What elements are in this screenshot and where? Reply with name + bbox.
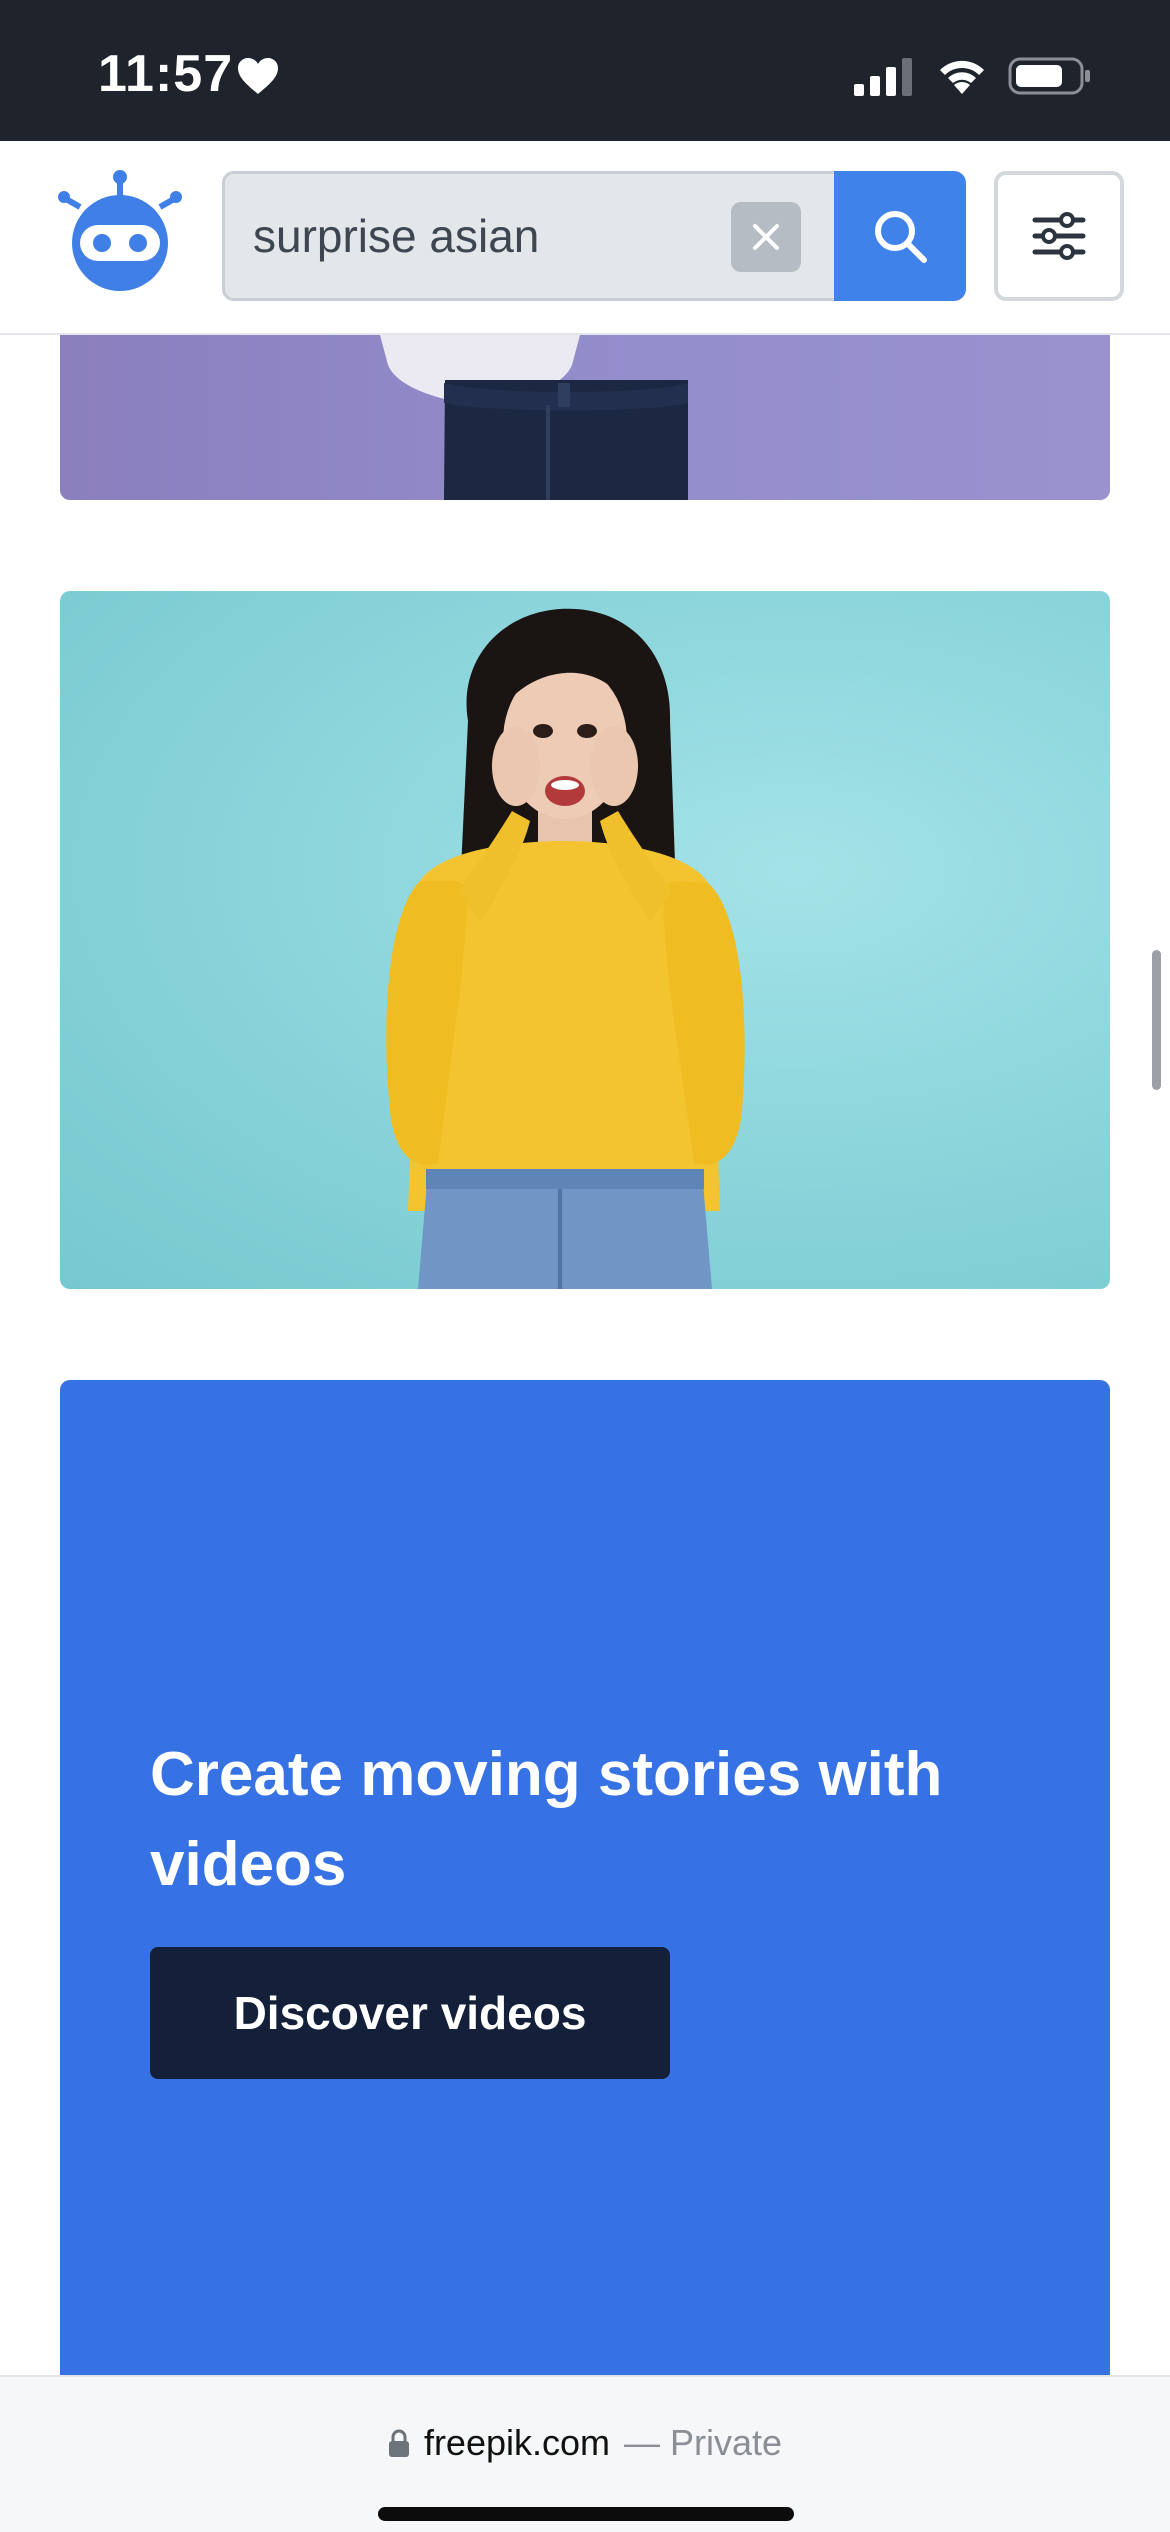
heart-icon <box>238 58 278 94</box>
close-icon <box>753 224 779 250</box>
surprised-woman-photo <box>386 608 745 1289</box>
browser-address-bar[interactable]: freepik.com — Private <box>0 2375 1170 2532</box>
robot-logo-icon[interactable] <box>58 169 182 293</box>
battery-icon <box>1008 57 1090 95</box>
private-label: — Private <box>624 2422 783 2463</box>
scrollbar-thumb[interactable] <box>1152 950 1161 1090</box>
home-indicator[interactable] <box>378 2507 794 2521</box>
video-promo-card: Create moving stories with videos Discov… <box>60 1380 1110 2440</box>
url-domain: freepik.com <box>423 2422 611 2463</box>
status-bar: 11:57 <box>0 0 1170 141</box>
result-image-surprised-woman[interactable] <box>60 591 1110 1289</box>
discover-videos-button[interactable]: Discover videos <box>150 1947 670 2079</box>
clear-search-button[interactable] <box>731 202 801 272</box>
search-input[interactable] <box>253 174 713 298</box>
result-image-top[interactable] <box>60 335 1110 500</box>
app-header <box>0 141 1170 335</box>
search-box <box>222 171 834 301</box>
lock-icon <box>388 2429 409 2457</box>
screen: 11:57 Create moving stories with videos … <box>0 0 1170 2532</box>
search-button[interactable] <box>834 171 966 301</box>
status-time: 11:57 <box>98 45 234 103</box>
promo-title: Create moving stories with videos <box>150 1740 943 1899</box>
search-icon <box>875 211 927 263</box>
person-photo-partial <box>380 335 688 500</box>
sliders-icon <box>1032 212 1086 260</box>
wifi-icon <box>940 60 984 94</box>
cellular-signal-icon <box>854 58 912 96</box>
filter-button[interactable] <box>994 171 1124 301</box>
url-row[interactable]: freepik.com — Private <box>0 2415 1170 2471</box>
